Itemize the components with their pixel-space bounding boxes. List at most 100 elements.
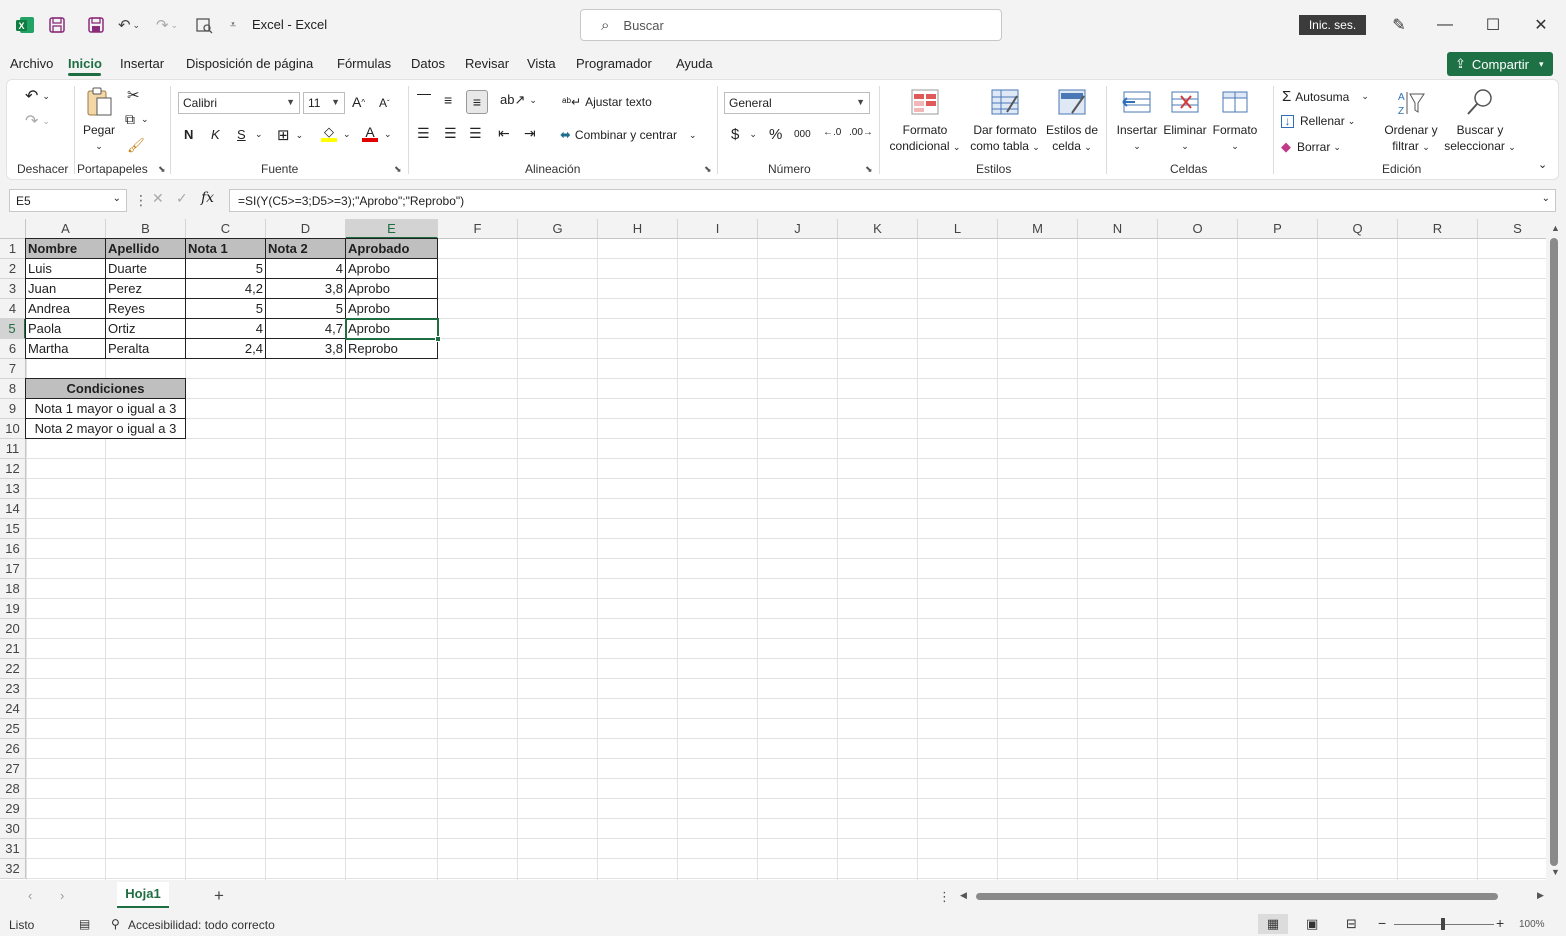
accessibility-icon[interactable]: ⚲ [111,917,120,931]
cell-c5[interactable]: 4 [185,318,266,339]
horizontal-scroll-thumb[interactable] [976,893,1498,900]
cell-b5[interactable]: Ortiz [105,318,186,339]
cell-c1[interactable]: Nota 1 [185,238,266,259]
fill-button[interactable]: ↓ Rellenar ⌄ [1281,114,1355,128]
align-center-icon[interactable]: ☰ [444,125,457,142]
column-header-j[interactable]: J [758,219,838,239]
format-as-table-button[interactable]: Dar formato como tabla ⌄ [965,86,1045,155]
print-preview-icon[interactable] [193,14,215,36]
row-header-30[interactable]: 30 [0,819,26,839]
paste-button[interactable]: Pegar ⌄ [81,86,117,154]
row-header-22[interactable]: 22 [0,659,26,679]
zoom-level[interactable]: 100% [1519,919,1545,930]
cancel-entry-icon[interactable]: ✕ [152,190,164,207]
cell-a6[interactable]: Martha [25,338,106,359]
row-header-10[interactable]: 10 [0,419,26,439]
scroll-up-icon[interactable]: ▲ [1551,223,1560,233]
column-header-r[interactable]: R [1398,219,1478,239]
row-header-21[interactable]: 21 [0,639,26,659]
redo-button[interactable]: ↷ ⌄ [25,111,50,131]
font-color-icon[interactable]: A [362,124,378,142]
cut-icon[interactable]: ✂ [127,86,140,104]
shrink-font-icon[interactable]: Aˇ [379,96,390,110]
underline-dropdown-icon[interactable]: ⌄ [255,129,263,140]
column-header-p[interactable]: P [1238,219,1318,239]
close-icon[interactable]: ✕ [1530,14,1552,36]
tab-programador[interactable]: Programador [576,56,652,71]
tab-archivo[interactable]: Archivo [10,56,53,71]
align-middle-icon[interactable]: ≡ [444,92,452,108]
font-color-dropdown-icon[interactable]: ⌄ [384,129,392,140]
row-header-13[interactable]: 13 [0,479,26,499]
prev-sheet-icon[interactable]: ‹ [28,888,32,903]
normal-view-icon[interactable]: ▦ [1258,914,1288,934]
sign-in-button[interactable]: Inic. ses. [1299,15,1366,35]
save-icon[interactable] [85,14,107,36]
add-sheet-icon[interactable]: + [214,886,224,906]
column-header-o[interactable]: O [1158,219,1238,239]
copy-icon[interactable]: ⧉ ⌄ [125,111,149,128]
row-header-8[interactable]: 8 [0,379,26,399]
row-header-29[interactable]: 29 [0,799,26,819]
number-format-select[interactable]: General ▼ [724,92,870,114]
page-break-view-icon[interactable]: ⊟ [1346,916,1357,932]
align-left-icon[interactable]: ☰ [417,125,430,142]
column-header-m[interactable]: M [998,219,1078,239]
decrease-indent-icon[interactable]: ⇤ [498,125,510,142]
fill-handle[interactable] [435,336,441,342]
zoom-slider-thumb[interactable] [1441,918,1445,930]
row-header-25[interactable]: 25 [0,719,26,739]
column-header-a[interactable]: A [26,219,106,239]
undo-icon[interactable]: ↶ ⌄ [114,14,144,36]
format-cells-button[interactable]: Formato ⌄ [1210,86,1260,154]
italic-button[interactable]: K [211,127,220,142]
tab-vista[interactable]: Vista [527,56,556,71]
cell-e3[interactable]: Aprobo [345,278,438,299]
confirm-entry-icon[interactable]: ✓ [176,190,188,207]
fill-color-dropdown-icon[interactable]: ⌄ [343,129,351,140]
underline-button[interactable]: S [237,127,246,142]
cell-b1[interactable]: Apellido [105,238,186,259]
fill-color-icon[interactable]: ◇ [321,124,337,142]
increase-indent-icon[interactable]: ⇥ [524,125,536,142]
row-header-31[interactable]: 31 [0,839,26,859]
row-header-32[interactable]: 32 [0,859,26,879]
align-top-icon[interactable]: ⎺ [417,92,431,109]
increase-decimal-icon[interactable]: ←.0 [823,127,841,138]
row-header-3[interactable]: 3 [0,279,26,299]
row-header-14[interactable]: 14 [0,499,26,519]
cell-a3[interactable]: Juan [25,278,106,299]
cell-d3[interactable]: 3,8 [265,278,346,299]
column-header-d[interactable]: D [266,219,346,239]
row-header-19[interactable]: 19 [0,599,26,619]
row-header-26[interactable]: 26 [0,739,26,759]
row-header-28[interactable]: 28 [0,779,26,799]
insert-cells-button[interactable]: Insertar ⌄ [1113,86,1161,154]
delete-cells-button[interactable]: Eliminar ⌄ [1161,86,1209,154]
currency-button[interactable]: $ ⌄ [731,126,757,143]
font-launcher-icon[interactable]: ⬊ [394,164,402,175]
customize-qat-icon[interactable]: ⩡ [222,14,244,36]
column-header-e[interactable]: E [346,219,438,239]
clipboard-launcher-icon[interactable]: ⬊ [158,164,166,175]
conditional-format-button[interactable]: Formato condicional ⌄ [886,86,964,155]
scroll-left-icon[interactable]: ◀ [960,890,967,901]
cell-a5[interactable]: Paola [25,318,106,339]
format-painter-icon[interactable]: 🖌 [127,137,145,154]
cell-e6[interactable]: Reprobo [345,338,438,359]
cell-c2[interactable]: 5 [185,258,266,279]
column-header-q[interactable]: Q [1318,219,1398,239]
accessibility-status[interactable]: Accesibilidad: todo correcto [128,918,275,932]
bold-button[interactable]: N [184,127,193,142]
row-header-7[interactable]: 7 [0,359,26,379]
more-options-icon[interactable]: ⋮ [134,192,148,209]
collapse-ribbon-icon[interactable]: ⌄ [1538,158,1547,171]
column-header-c[interactable]: C [186,219,266,239]
expand-formula-icon[interactable]: ⌄ [1542,193,1550,204]
row-header-15[interactable]: 15 [0,519,26,539]
align-right-icon[interactable]: ☰ [469,125,482,142]
zoom-in-icon[interactable]: + [1496,915,1504,931]
row-header-20[interactable]: 20 [0,619,26,639]
autosave-icon[interactable] [46,14,68,36]
row-header-18[interactable]: 18 [0,579,26,599]
